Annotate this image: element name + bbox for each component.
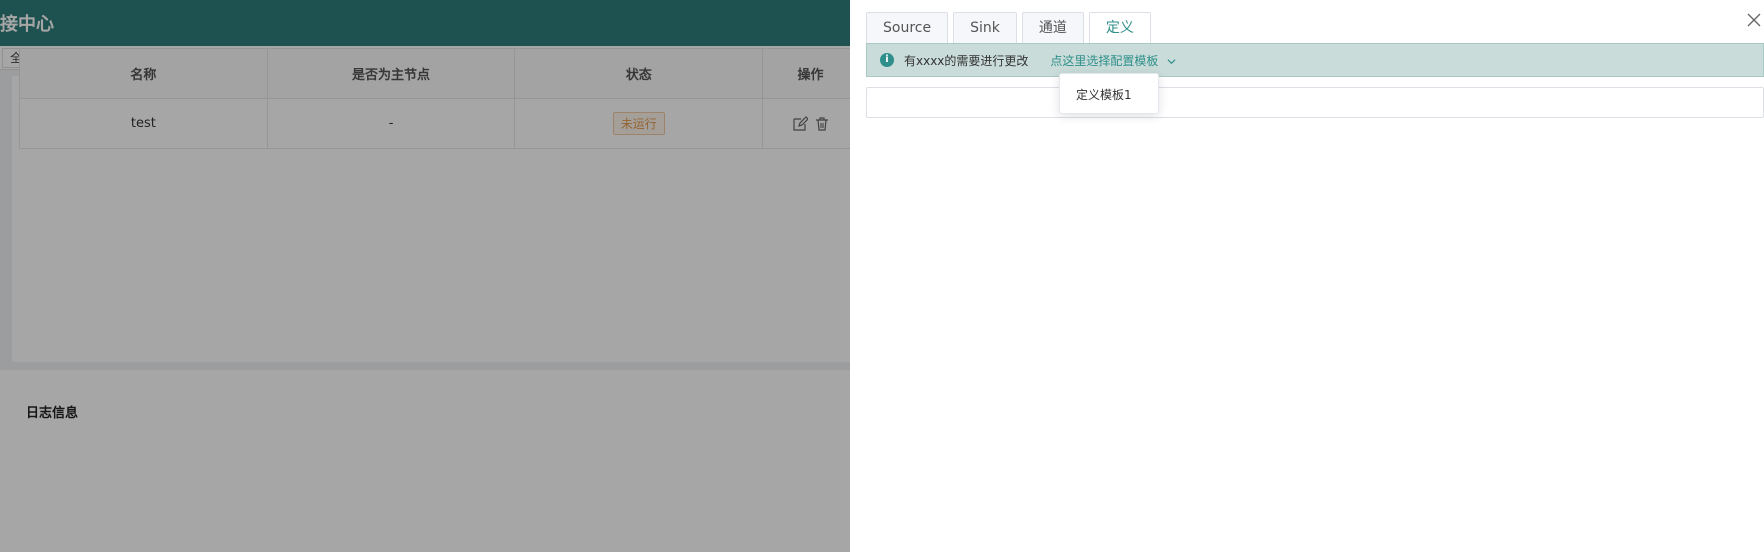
chevron-down-icon [1167, 58, 1176, 64]
tab-channel[interactable]: 通道 [1021, 12, 1084, 45]
template-dropdown: 定义模板1 [1059, 73, 1159, 114]
tab-sink[interactable]: Sink [953, 12, 1017, 45]
info-alert: i 有xxxx的需要进行更改 点这里选择配置模板 [866, 43, 1764, 77]
drawer-tabs: Source Sink 通道 定义 [866, 12, 1156, 45]
close-icon[interactable] [1747, 13, 1761, 27]
alert-text: 有xxxx的需要进行更改 [904, 53, 1029, 68]
definition-textarea[interactable] [866, 87, 1764, 118]
info-icon: i [880, 53, 894, 67]
tab-source[interactable]: Source [866, 12, 949, 45]
tab-definition[interactable]: 定义 [1088, 12, 1151, 45]
select-template-link[interactable]: 点这里选择配置模板 [1050, 52, 1176, 69]
config-drawer: Source Sink 通道 定义 i 有xxxx的需要进行更改 点这里选择配置… [850, 0, 1764, 552]
dropdown-item-template-1[interactable]: 定义模板1 [1076, 86, 1132, 103]
modal-mask[interactable] [0, 0, 850, 552]
select-template-label: 点这里选择配置模板 [1050, 53, 1159, 68]
